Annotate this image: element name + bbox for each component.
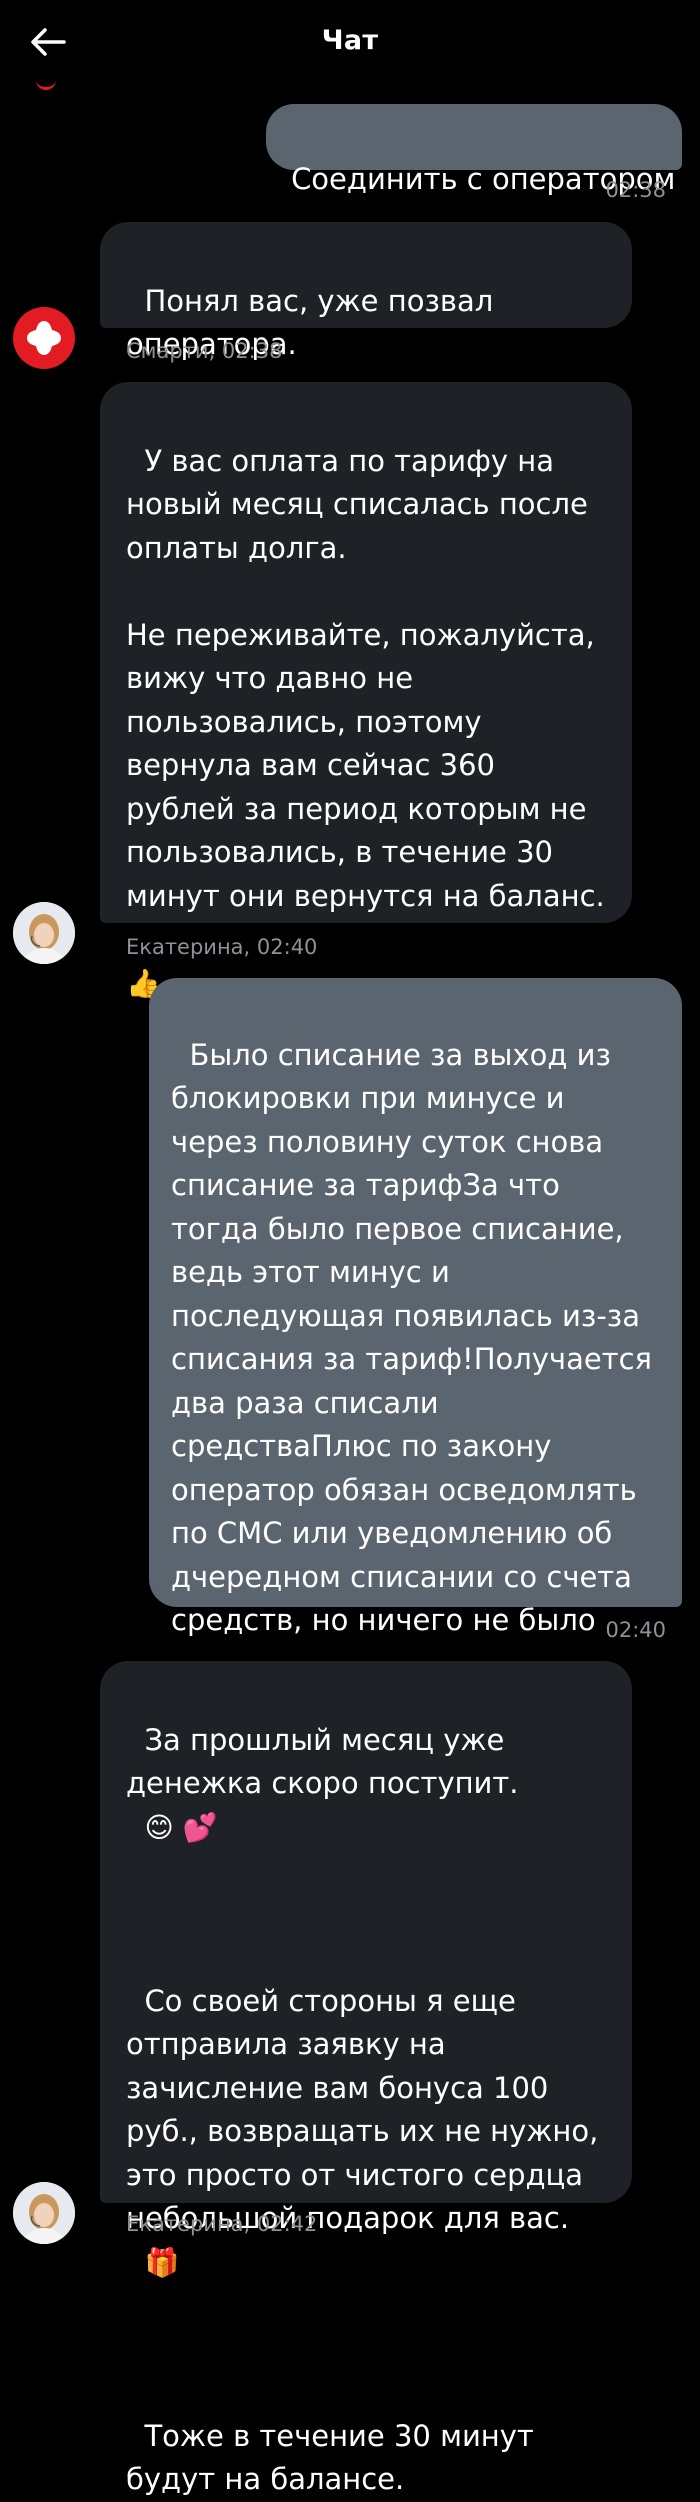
message-incoming[interactable]: Понял вас, уже позвал оператора. (100, 222, 632, 361)
smarty-bot-logo-icon (13, 307, 75, 369)
scrolled-avatar-edge (36, 80, 56, 90)
message-incoming[interactable]: За прошлый месяц уже денежка скоро посту… (100, 1661, 632, 2496)
message-text: Тоже в течение 30 минут будут на балансе… (126, 2418, 544, 2497)
message-sender-meta: Смарти, 02:38 (126, 339, 283, 363)
message-sender-meta: Екатерина, 02:42 (126, 2212, 318, 2236)
message-outgoing[interactable]: Было списание за выход из блокировки при… (149, 978, 682, 1637)
operator-avatar-icon (13, 2182, 75, 2244)
gift-emoji: 🎁 (144, 2245, 180, 2279)
message-text: За прошлый месяц уже денежка скоро посту… (126, 1722, 519, 1801)
message-sender-meta: Екатерина, 02:40 (126, 935, 318, 959)
chat-header: Чат (0, 0, 700, 82)
message-text: Было списание за выход из блокировки при… (171, 1037, 662, 1638)
message-incoming[interactable]: У вас оплата по тарифу на новый месяц сп… (100, 382, 632, 1000)
message-text: Со своей стороны я еще отправила заявку … (126, 1983, 608, 2236)
page-title: Чат (321, 25, 379, 56)
smile-heart-emoji: 😊 💕 (144, 1810, 218, 1844)
operator-avatar-icon (13, 902, 75, 964)
message-outgoing[interactable]: Соединить с оператором (266, 104, 682, 196)
message-time: 02:40 (605, 1618, 666, 1642)
message-text: У вас оплата по тарифу на новый месяц сп… (126, 443, 605, 913)
message-time: 02:38 (605, 178, 666, 202)
